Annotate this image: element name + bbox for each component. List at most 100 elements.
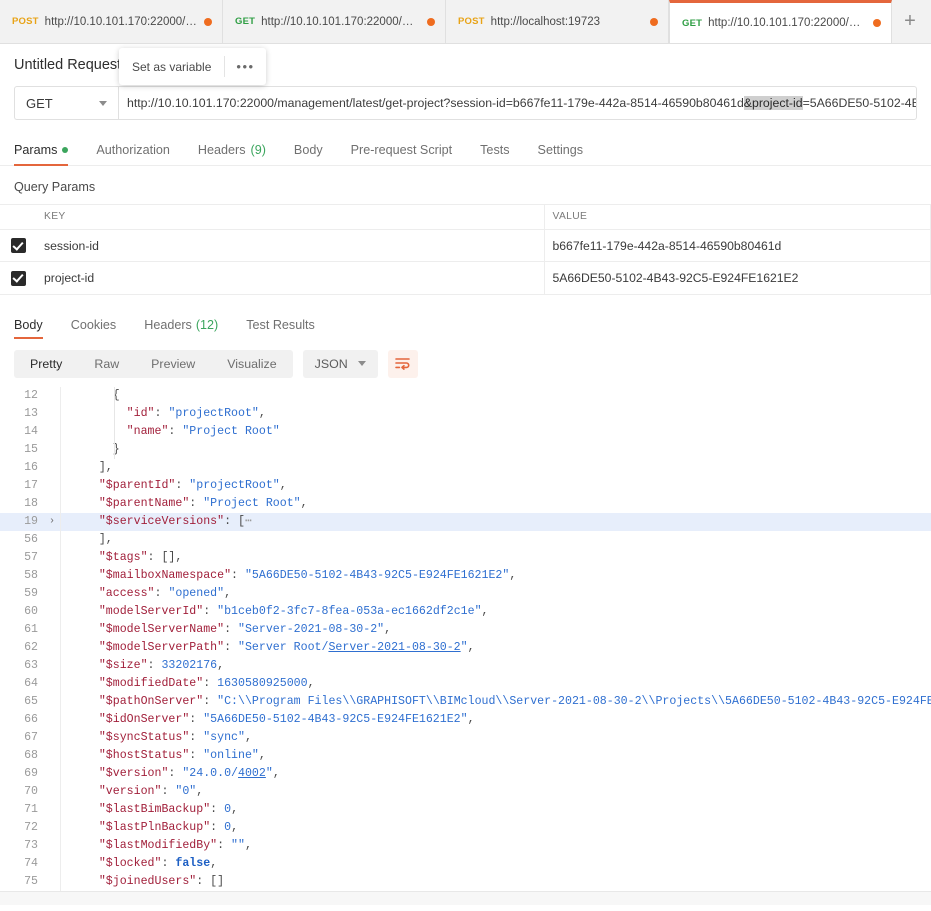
response-tab-label: Headers bbox=[144, 317, 192, 332]
http-method-select[interactable]: GET bbox=[14, 86, 118, 120]
tab-count: (9) bbox=[250, 143, 266, 157]
response-tab-cookies[interactable]: Cookies bbox=[57, 318, 131, 339]
code-line: 58 "$mailboxNamespace": "5A66DE50-5102-4… bbox=[0, 566, 931, 585]
request-tab[interactable]: POST http://localhost:19723 bbox=[446, 0, 669, 43]
code-text: "id": "projectRoot", bbox=[60, 404, 931, 423]
code-text: "$serviceVersions": [⋯ bbox=[60, 512, 931, 531]
response-tab-test-results[interactable]: Test Results bbox=[232, 318, 329, 339]
param-key-cell[interactable]: project-id bbox=[36, 261, 545, 295]
code-text: "name": "Project Root" bbox=[60, 422, 931, 441]
response-tab-label: Cookies bbox=[70, 317, 117, 332]
url-text-selected: &project-id bbox=[743, 96, 803, 110]
response-format-bar: Pretty Raw Preview Visualize JSON bbox=[0, 349, 931, 379]
line-number: 70 bbox=[24, 784, 38, 798]
param-value-cell[interactable]: 5A66DE50-5102-4B43-92C5-E924FE1621E2 bbox=[544, 261, 931, 295]
line-number: 18 bbox=[24, 496, 38, 510]
tab-settings[interactable]: Settings bbox=[524, 143, 598, 165]
horizontal-scrollbar[interactable] bbox=[0, 890, 931, 905]
line-number: 64 bbox=[24, 676, 38, 690]
tab-pre-request-script[interactable]: Pre-request Script bbox=[337, 143, 467, 165]
param-key-cell[interactable]: session-id bbox=[36, 229, 545, 263]
selection-popover: Set as variable ••• bbox=[119, 48, 266, 85]
code-text: "$syncStatus": "sync", bbox=[60, 728, 931, 747]
fold-placeholder bbox=[44, 873, 60, 891]
request-tab[interactable]: GET http://10.10.101.170:22000/ma... bbox=[223, 0, 446, 43]
line-number: 68 bbox=[24, 748, 38, 762]
code-text: } bbox=[60, 440, 931, 459]
tab-body[interactable]: Body bbox=[280, 143, 337, 165]
fold-chevron-icon[interactable]: › bbox=[44, 513, 60, 531]
line-number: 17 bbox=[24, 478, 38, 492]
fold-placeholder bbox=[44, 459, 60, 477]
request-config-tabs: Params Authorization Headers (9) Body Pre-req… bbox=[0, 136, 931, 166]
tab-headers[interactable]: Headers (9) bbox=[184, 143, 280, 165]
table-row: project-id 5A66DE50-5102-4B43-92C5-E924FE… bbox=[0, 261, 931, 295]
param-value-cell[interactable]: b667fe11-179e-442a-8514-46590b80461d bbox=[544, 229, 931, 263]
fold-placeholder bbox=[44, 603, 60, 621]
fold-placeholder bbox=[44, 747, 60, 765]
request-tab[interactable]: GET http://10.10.101.170:22000/ma... bbox=[669, 0, 892, 43]
line-number: 63 bbox=[24, 658, 38, 672]
tab-label: Pre-request Script bbox=[350, 143, 453, 157]
response-body-viewer[interactable]: 12 {13 "id": "projectRoot", 14 "name": "P… bbox=[0, 386, 931, 905]
set-as-variable-button[interactable]: Set as variable bbox=[119, 48, 224, 85]
line-number: 14 bbox=[24, 424, 38, 438]
more-options-icon[interactable]: ••• bbox=[225, 48, 265, 85]
line-number: 74 bbox=[24, 856, 38, 870]
table-header-checkbox bbox=[0, 204, 36, 230]
response-tab-body[interactable]: Body bbox=[14, 318, 57, 339]
response-tab-headers[interactable]: Headers (12) bbox=[130, 318, 232, 339]
view-mode-visualize[interactable]: Visualize bbox=[211, 350, 292, 378]
code-text: "$modifiedDate": 1630580925000, bbox=[60, 674, 931, 693]
tab-label: Headers bbox=[197, 143, 246, 157]
line-number: 67 bbox=[24, 730, 38, 744]
request-tab-method: POST bbox=[458, 16, 485, 27]
request-tab[interactable]: POST http://10.10.101.170:22000//... bbox=[0, 0, 223, 43]
line-number: 66 bbox=[24, 712, 38, 726]
new-tab-button[interactable]: + bbox=[892, 0, 928, 43]
view-mode-preview[interactable]: Preview bbox=[135, 350, 211, 378]
row-checkbox[interactable] bbox=[10, 238, 26, 254]
fold-placeholder bbox=[44, 639, 60, 657]
code-line: 63 "$size": 33202176, bbox=[0, 656, 931, 675]
request-tab-url: http://10.10.101.170:22000//... bbox=[44, 15, 198, 28]
tab-params[interactable]: Params bbox=[14, 143, 82, 166]
line-number: 60 bbox=[24, 604, 38, 618]
code-text: "$lastModifiedBy": "", bbox=[60, 836, 931, 855]
line-number: 57 bbox=[24, 550, 38, 564]
code-line: 68 "$hostStatus": "online", bbox=[0, 746, 931, 765]
line-number: 19 bbox=[24, 514, 38, 528]
request-tab-bar: POST http://10.10.101.170:22000//... GET ht… bbox=[0, 0, 931, 44]
code-line: 15 } bbox=[0, 440, 931, 459]
request-tab-url: http://localhost:19723 bbox=[490, 15, 601, 28]
row-checkbox[interactable] bbox=[10, 270, 26, 286]
response-language-label: JSON bbox=[314, 356, 348, 371]
tab-authorization[interactable]: Authorization bbox=[82, 143, 184, 165]
code-line: 59 "access": "opened", bbox=[0, 584, 931, 603]
code-line: 70 "version": "0", bbox=[0, 782, 931, 801]
tab-label: Body bbox=[293, 143, 323, 157]
line-number: 13 bbox=[24, 406, 38, 420]
code-text: { bbox=[60, 386, 931, 405]
code-line: 72 "$lastPlnBackup": 0, bbox=[0, 818, 931, 837]
row-checkbox-cell bbox=[0, 261, 36, 295]
response-view-modes: Pretty Raw Preview Visualize bbox=[14, 349, 293, 378]
view-mode-pretty[interactable]: Pretty bbox=[14, 350, 78, 378]
code-line: 13 "id": "projectRoot", bbox=[0, 404, 931, 423]
line-number: 59 bbox=[24, 586, 38, 600]
fold-placeholder bbox=[44, 387, 60, 405]
word-wrap-icon[interactable] bbox=[387, 349, 418, 378]
line-number: 72 bbox=[24, 820, 38, 834]
response-language-select[interactable]: JSON bbox=[302, 349, 378, 378]
code-text: "$parentId": "projectRoot", bbox=[60, 476, 931, 495]
url-input[interactable]: http://10.10.101.170:22000/management/la… bbox=[118, 86, 917, 120]
fold-placeholder bbox=[44, 441, 60, 459]
line-number: 61 bbox=[24, 622, 38, 636]
code-text: "$lastPlnBackup": 0, bbox=[60, 818, 931, 837]
tab-tests[interactable]: Tests bbox=[466, 143, 523, 165]
code-text: "$size": 33202176, bbox=[60, 656, 931, 675]
view-mode-raw[interactable]: Raw bbox=[78, 350, 135, 378]
code-line: 62 "$modelServerPath": "Server Root/Serv… bbox=[0, 638, 931, 657]
code-line: 18 "$parentName": "Project Root", bbox=[0, 494, 931, 513]
url-text-after: =5A66DE50-5102-4B bbox=[802, 96, 917, 110]
